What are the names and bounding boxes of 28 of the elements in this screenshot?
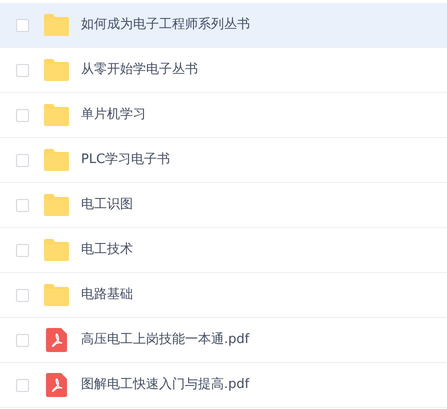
checkbox[interactable] (16, 18, 29, 32)
folder-icon (42, 104, 70, 126)
pdf-file-icon (46, 373, 66, 397)
checkbox[interactable] (16, 64, 29, 76)
folder-name[interactable]: PLC学习电子书 (81, 150, 170, 170)
folder-name[interactable]: 从零开始学电子丛书 (81, 60, 198, 80)
pdf-file-icon (46, 328, 66, 352)
folder-name[interactable]: 电路基础 (81, 285, 133, 305)
folder-icon (42, 14, 70, 36)
folder-icon (42, 239, 70, 261)
folder-icon (42, 149, 70, 171)
folder-icon (42, 284, 70, 306)
checkbox[interactable] (16, 378, 29, 392)
file-row[interactable]: 如何成为电子工程师系列丛书 (0, 3, 447, 48)
folder-icon (42, 59, 70, 81)
checkbox[interactable] (16, 288, 29, 302)
file-name[interactable]: 高压电工上岗技能一本通.pdf (81, 330, 250, 350)
checkbox[interactable] (16, 198, 29, 212)
folder-name[interactable]: 电工识图 (81, 195, 133, 215)
checkbox[interactable] (16, 244, 29, 256)
checkbox[interactable] (16, 334, 29, 346)
checkbox[interactable] (16, 154, 29, 166)
folder-name[interactable]: 如何成为电子工程师系列丛书 (81, 15, 250, 35)
folder-name[interactable]: 单片机学习 (81, 105, 146, 125)
checkbox[interactable] (16, 108, 29, 122)
folder-name[interactable]: 电工技术 (81, 240, 133, 260)
folder-icon (42, 194, 70, 216)
file-name[interactable]: 图解电工快速入门与提高.pdf (81, 375, 250, 395)
